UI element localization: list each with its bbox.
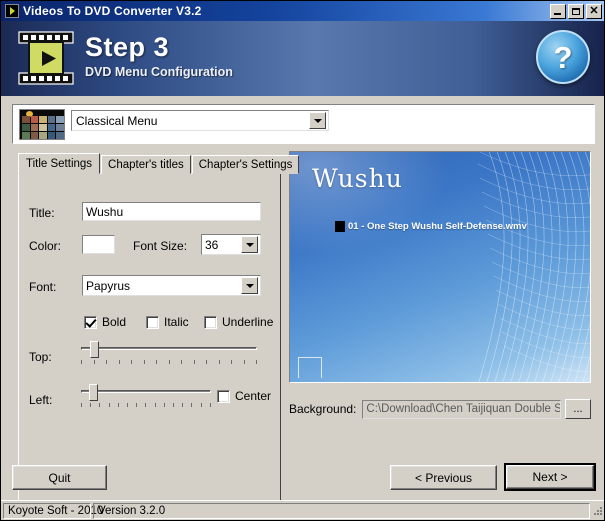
page-subtitle: DVD Menu Configuration	[85, 65, 233, 79]
checkbox-check-icon	[84, 315, 97, 329]
center-checkbox[interactable]: Center	[217, 389, 271, 403]
left-slider-track[interactable]	[81, 390, 211, 393]
font-family-select[interactable]: Papyrus	[82, 275, 261, 296]
font-size-select[interactable]: 36	[201, 234, 261, 255]
italic-checkbox-label: Italic	[164, 315, 189, 329]
help-question-icon: ?	[553, 39, 573, 75]
preview-corner-marker	[298, 357, 322, 378]
maximize-icon	[572, 7, 580, 15]
menu-template-value: Classical Menu	[76, 113, 158, 128]
background-label: Background:	[289, 402, 357, 416]
window-controls: ✕	[550, 3, 604, 19]
film-strip-play-icon	[18, 31, 74, 85]
chevron-down-icon[interactable]	[241, 236, 258, 253]
left-slider[interactable]	[81, 384, 211, 410]
next-button[interactable]: Next >	[504, 463, 596, 491]
font-size-label: Font Size:	[133, 239, 188, 253]
chevron-down-icon[interactable]	[309, 112, 326, 129]
background-browse-button[interactable]: ...	[565, 399, 591, 419]
help-button[interactable]: ?	[536, 30, 590, 84]
left-slider-thumb[interactable]	[89, 384, 98, 401]
application-window: Videos To DVD Converter V3.2 ✕ Step 3 DV…	[0, 0, 605, 521]
status-bar: Koyote Soft - 2010 Version 3.2.0	[1, 500, 604, 520]
top-slider-ticks	[81, 360, 257, 365]
page-title: Step 3	[85, 32, 170, 62]
title-input[interactable]: Wushu	[82, 202, 261, 221]
bold-checkbox-label: Bold	[102, 315, 127, 329]
left-slider-label: Left:	[29, 393, 53, 407]
top-slider-track[interactable]	[81, 347, 257, 350]
preview-chapter-item: 01 - One Step Wushu Self-Defense.wmv	[335, 221, 527, 232]
menu-template-thumbnail	[19, 109, 65, 140]
center-checkbox-label: Center	[235, 389, 272, 403]
quit-button-label: Quit	[48, 470, 71, 485]
tab-strip: Title Settings Chapter's titles Chapter'…	[18, 153, 300, 174]
next-button-inner: Next >	[506, 465, 594, 489]
top-slider[interactable]	[81, 341, 257, 367]
close-button[interactable]: ✕	[586, 3, 602, 19]
quit-button[interactable]: Quit	[12, 465, 107, 490]
font-field-label: Font:	[29, 280, 57, 294]
top-slider-label: Top:	[29, 350, 52, 364]
background-fiber-pattern	[477, 152, 590, 382]
bold-checkbox[interactable]: Bold	[84, 315, 126, 329]
checkbox-box-icon	[146, 315, 159, 329]
font-family-value: Papyrus	[86, 278, 131, 293]
main-content: Classical Menu Title Settings Chapter's …	[1, 96, 604, 520]
title-input-value: Wushu	[86, 204, 124, 219]
font-size-value: 36	[205, 237, 219, 252]
preview-menu-title: Wushu	[312, 164, 403, 193]
underline-checkbox-label: Underline	[222, 315, 274, 329]
menu-template-panel: Classical Menu	[12, 104, 595, 144]
next-button-label: Next >	[532, 470, 568, 484]
header-text-block: Step 3 DVD Menu Configuration	[85, 31, 233, 79]
tab-title-settings-label: Title Settings	[26, 157, 93, 170]
tab-chapters-titles[interactable]: Chapter's titles	[101, 155, 191, 174]
settings-tab-control: Title Settings Chapter's titles Chapter'…	[18, 153, 300, 501]
tab-chapters-settings-label: Chapter's Settings	[198, 158, 293, 171]
color-field-label: Color:	[29, 239, 62, 253]
status-copyright: Koyote Soft - 2010	[3, 502, 103, 519]
status-version: Version 3.2.0	[93, 502, 590, 519]
thumbnail-grid	[22, 116, 64, 139]
color-swatch-button[interactable]	[82, 235, 115, 254]
header-banner: Step 3 DVD Menu Configuration ?	[1, 21, 604, 97]
preview-canvas: Wushu 01 - One Step Wushu Self-Defense.w…	[290, 152, 590, 382]
tab-chapters-settings[interactable]: Chapter's Settings	[191, 155, 300, 174]
title-field-label: Title:	[29, 206, 55, 220]
background-path-input[interactable]: C:\Download\Chen Taijiquan Double S	[362, 399, 561, 419]
chapter-marker-icon	[335, 221, 345, 232]
window-title: Videos To DVD Converter V3.2	[23, 4, 202, 18]
chevron-down-icon[interactable]	[241, 277, 258, 294]
top-slider-thumb[interactable]	[90, 341, 99, 358]
tab-page-title-settings: Title: Wushu Color: Font Size: 36 Font: …	[18, 173, 281, 501]
dvd-menu-preview[interactable]: Wushu 01 - One Step Wushu Self-Defense.w…	[289, 151, 591, 383]
close-icon: ✕	[589, 4, 599, 17]
tab-chapters-titles-label: Chapter's titles	[108, 158, 184, 171]
window-titlebar: Videos To DVD Converter V3.2 ✕	[1, 1, 604, 21]
preview-chapter-label: 01 - One Step Wushu Self-Defense.wmv	[348, 221, 527, 232]
menu-template-select[interactable]: Classical Menu	[71, 110, 329, 131]
minimize-button[interactable]	[550, 3, 566, 19]
checkbox-box-icon	[204, 315, 217, 329]
previous-button[interactable]: < Previous	[390, 465, 497, 490]
left-slider-ticks	[81, 403, 211, 408]
tab-title-settings[interactable]: Title Settings	[18, 153, 101, 174]
video-play-icon	[5, 4, 19, 18]
underline-checkbox[interactable]: Underline	[204, 315, 273, 329]
checkbox-box-icon	[217, 389, 230, 403]
minimize-icon	[554, 12, 561, 15]
background-row: Background: C:\Download\Chen Taijiquan D…	[289, 398, 591, 420]
resize-grip-icon[interactable]	[592, 505, 604, 517]
italic-checkbox[interactable]: Italic	[146, 315, 189, 329]
maximize-button[interactable]	[568, 3, 584, 19]
previous-button-label: < Previous	[414, 470, 473, 485]
